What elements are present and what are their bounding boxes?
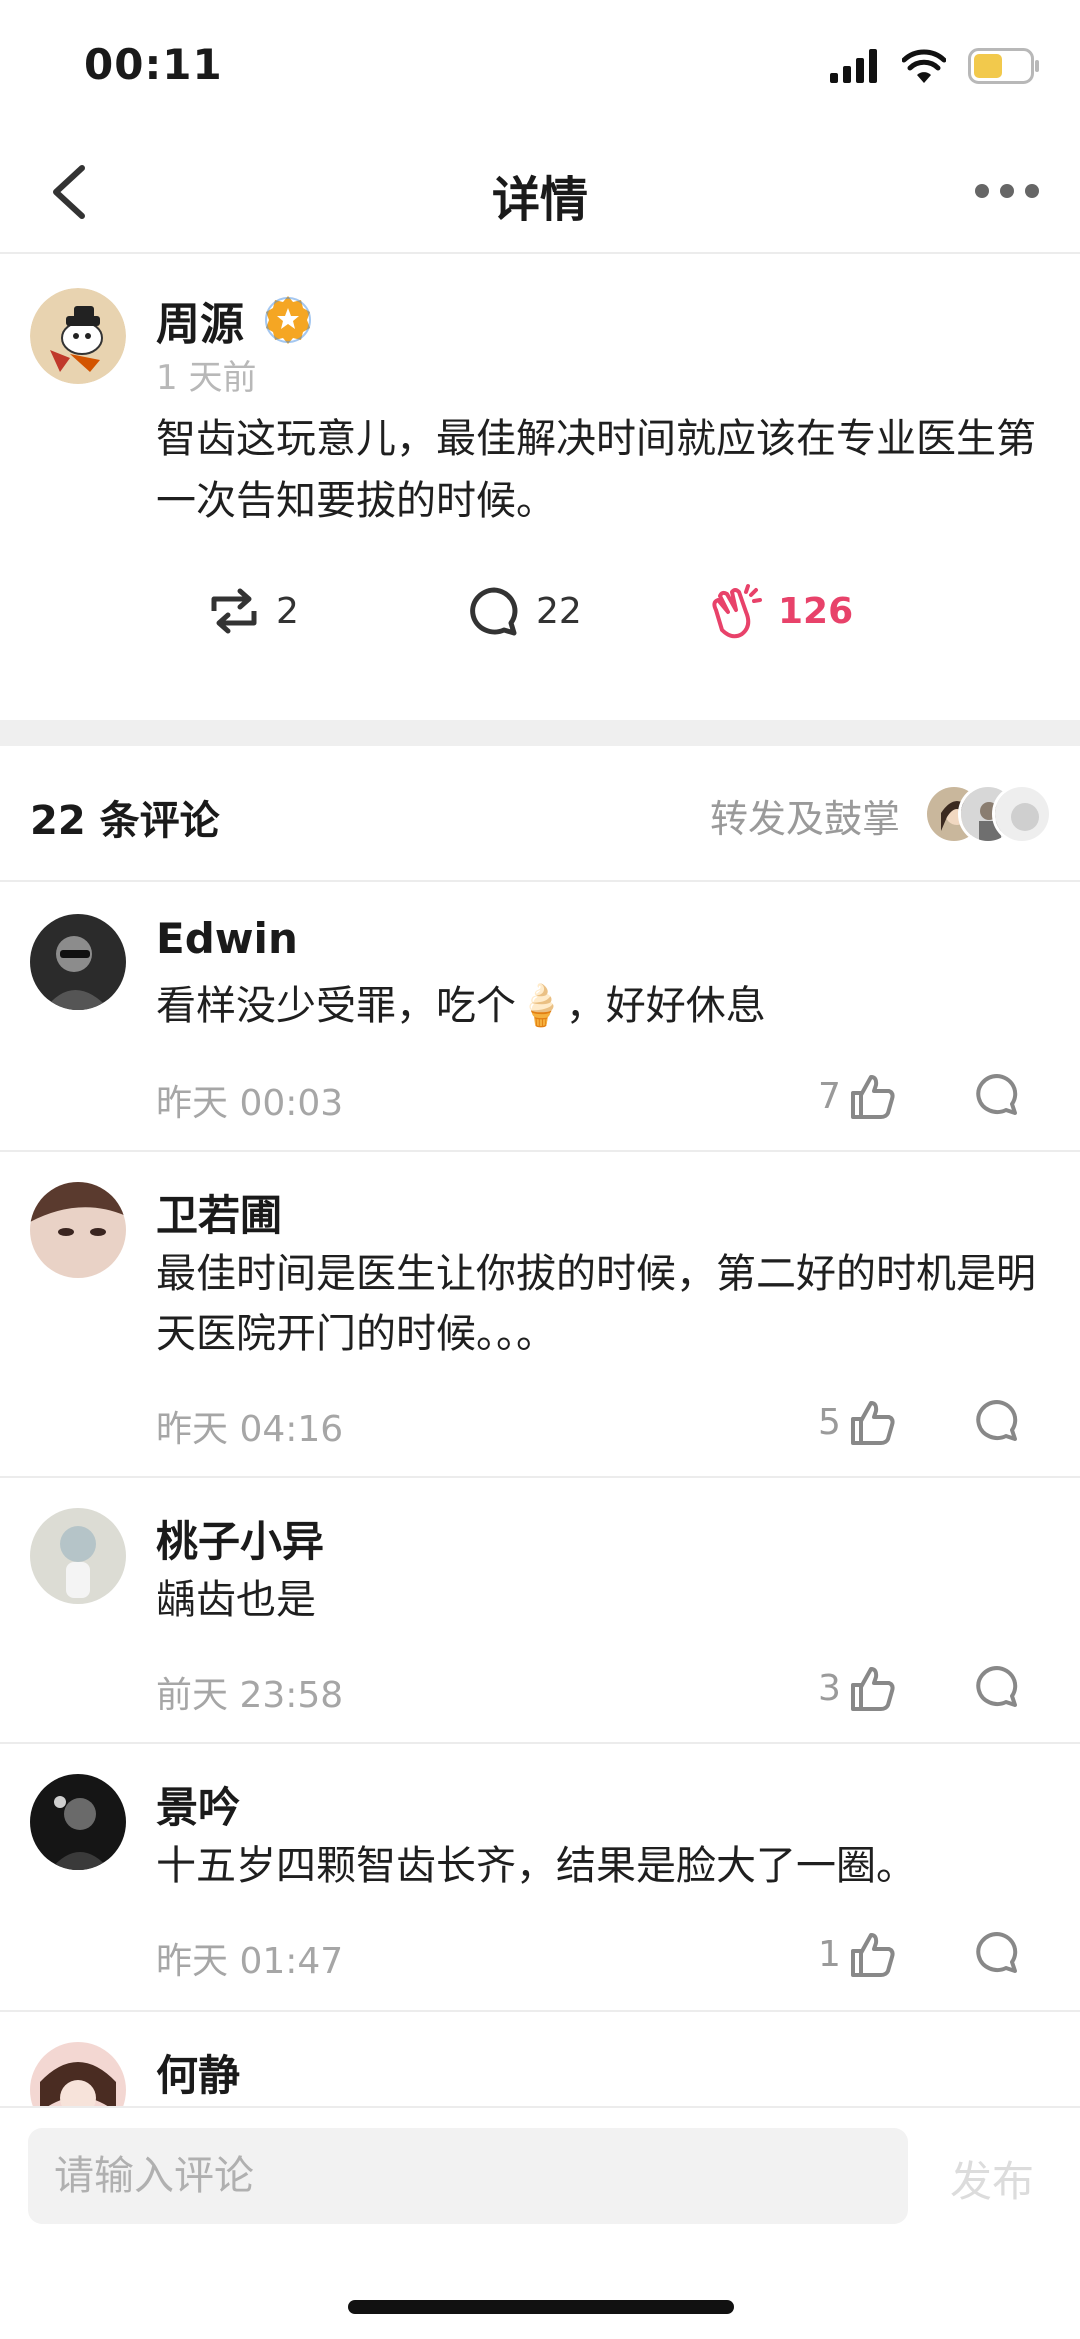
commenter-name[interactable]: Edwin [156,914,298,963]
comment-text: 龋齿也是 [156,1577,316,1623]
post-text: 智齿这玩意儿，最佳解决时间就应该在专业医生第一次告知要拔的时候。 [156,416,1036,524]
section-divider [0,720,1080,746]
like-button[interactable]: 7 [818,1068,897,1124]
more-options-icon[interactable] [972,166,1042,216]
post-card: 周源 1 天前 智齿这玩意儿，最佳解决时间就应该在专业医生第一次告知要拔的时候。… [0,256,1080,720]
clap-icon [712,584,762,639]
comment-time: 前天 23:58 [156,1675,344,1716]
like-count: 7 [818,1075,841,1117]
status-time: 00:11 [84,40,223,89]
commenter-name[interactable]: 何静 [156,2042,240,2103]
thumbs-up-icon [850,1933,895,1977]
comment-icon [470,587,518,636]
reply-icon[interactable] [972,1926,1022,1982]
reply-icon[interactable] [972,1660,1022,1716]
home-indicator [348,2300,734,2314]
reply-icon[interactable] [972,1068,1022,1124]
nav-bar: 详情 [0,130,1080,254]
commenter-avatar[interactable] [30,1774,126,1870]
verified-badge-icon [265,296,311,344]
status-icons [830,46,1040,86]
commenter-avatar[interactable] [30,1508,126,1604]
publish-button[interactable]: 发布 [950,2148,1034,2209]
comment-item: 景吟 十五岁四颗智齿长齐，结果是脸大了一圈。 昨天 01:47 1 [0,1744,1080,2012]
comment-item: 卫若圃 最佳时间是医生让你拔的时候，第二好的时机是明天医院开门的时候。。。 昨天… [0,1152,1080,1478]
author-name[interactable]: 周源 [156,288,244,352]
repost-button[interactable]: 2 [206,576,299,646]
signal-icon [830,49,877,83]
reply-icon[interactable] [972,1394,1022,1450]
comment-button[interactable]: 22 [466,576,582,646]
comment-time: 昨天 04:16 [156,1409,344,1450]
comment-input[interactable] [28,2128,908,2224]
comment-text: 十五岁四颗智齿长齐，结果是脸大了一圈。 [156,1843,916,1889]
reactor-avatar[interactable] [992,784,1052,844]
like-count: 5 [818,1401,841,1443]
comments-header: 22 条评论 转发及鼓掌 [0,746,1080,882]
comment-count: 22 [536,590,582,632]
comment-text: 看样没少受罪，吃个🍦，好好休息 [156,983,766,1029]
comment-item: 桃子小异 龋齿也是 前天 23:58 3 [0,1478,1080,1744]
like-button[interactable]: 5 [818,1394,897,1450]
commenter-avatar[interactable] [30,2042,126,2106]
post-time: 1 天前 [156,358,257,398]
commenter-name[interactable]: 桃子小异 [156,1508,324,1569]
clap-count: 126 [778,590,854,632]
thumbs-up-icon [850,1667,895,1711]
thumbs-up-icon [850,1401,895,1445]
comment-time: 昨天 01:47 [156,1941,344,1982]
comment-item: 何静 [0,2012,1080,2106]
clap-button[interactable]: 126 [702,576,853,646]
status-bar: 00:11 [0,0,1080,130]
commenter-name[interactable]: 景吟 [156,1774,240,1835]
battery-icon [968,48,1039,84]
commenter-avatar[interactable] [30,1182,126,1278]
comment-item: Edwin 看样没少受罪，吃个🍦，好好休息 昨天 00:03 7 [0,884,1080,1152]
author-avatar[interactable] [30,288,126,384]
comments-count-label: 22 条评论 [30,798,220,844]
like-button[interactable]: 3 [818,1660,897,1716]
like-count: 3 [818,1667,841,1709]
like-count: 1 [818,1933,841,1975]
reposts-claps-link[interactable]: 转发及鼓掌 [710,788,900,843]
thumbs-up-icon [850,1075,895,1119]
commenter-name[interactable]: 卫若圃 [156,1182,282,1243]
repost-icon [211,588,257,634]
wifi-icon [902,49,946,83]
page-title: 详情 [491,172,588,228]
repost-count: 2 [276,590,299,632]
commenter-avatar[interactable] [30,914,126,1010]
like-button[interactable]: 1 [818,1926,897,1982]
comment-time: 昨天 00:03 [156,1083,344,1124]
comment-text: 最佳时间是医生让你拔的时候，第二好的时机是明天医院开门的时候。。。 [156,1251,1036,1357]
